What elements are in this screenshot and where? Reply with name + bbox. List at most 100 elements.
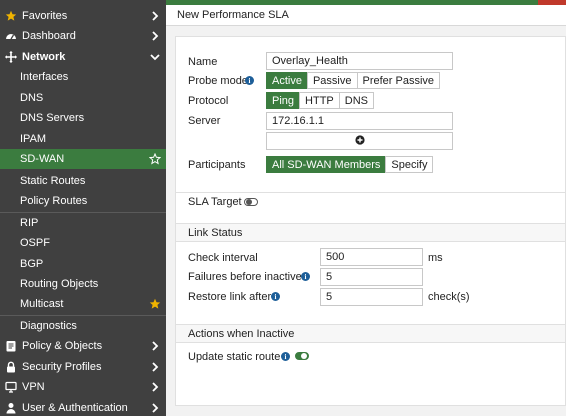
sidebar-item-label: Routing Objects bbox=[20, 278, 99, 290]
sidebar-item-security-profiles[interactable]: Security Profiles bbox=[0, 357, 166, 377]
chevron-right-icon bbox=[148, 31, 162, 41]
failures-input[interactable]: 5 bbox=[320, 268, 423, 286]
sidebar-item-ipam[interactable]: IPAM bbox=[0, 129, 166, 149]
plus-circle-icon bbox=[354, 134, 365, 148]
sidebar-item-label: SD-WAN bbox=[20, 153, 65, 165]
probe-mode-prefer-passive[interactable]: Prefer Passive bbox=[356, 72, 441, 89]
sidebar-item-dns-servers[interactable]: DNS Servers bbox=[0, 108, 166, 128]
probe-mode-active[interactable]: Active bbox=[266, 72, 308, 89]
participants-selector: All SD-WAN Members Specify bbox=[266, 156, 434, 173]
sidebar-item-network[interactable]: Network bbox=[0, 47, 166, 67]
chevron-right-icon bbox=[148, 362, 162, 372]
protocol-selector: Ping HTTP DNS bbox=[266, 92, 374, 109]
name-label: Name bbox=[188, 56, 218, 68]
sidebar-item-label: Dashboard bbox=[22, 30, 76, 42]
actions-title: Actions when Inactive bbox=[188, 327, 295, 340]
dashboard-icon bbox=[5, 30, 17, 42]
sla-target-toggle[interactable] bbox=[244, 198, 258, 206]
link-status-title: Link Status bbox=[188, 226, 243, 239]
sidebar-item-label: IPAM bbox=[20, 133, 47, 145]
restore-unit: check(s) bbox=[428, 291, 470, 303]
main-panel: New Performance SLA Name Overlay_Health … bbox=[166, 0, 566, 416]
sidebar-item-routing-objects[interactable]: Routing Objects bbox=[0, 274, 166, 294]
sidebar-item-dns[interactable]: DNS bbox=[0, 88, 166, 108]
failures-label: Failures before inactive bbox=[188, 271, 302, 283]
update-static-route-toggle[interactable] bbox=[295, 352, 309, 360]
sidebar-item-diagnostics[interactable]: Diagnostics bbox=[0, 316, 166, 336]
sidebar-item-label: Static Routes bbox=[20, 175, 86, 187]
restore-input[interactable]: 5 bbox=[320, 288, 423, 306]
protocol-ping[interactable]: Ping bbox=[266, 92, 301, 109]
check-interval-unit: ms bbox=[428, 252, 443, 264]
chevron-right-icon bbox=[148, 341, 162, 351]
lock-icon bbox=[5, 361, 17, 373]
sla-form-card: Name Overlay_Health Probe mode i Active … bbox=[175, 36, 566, 406]
sidebar-item-label: DNS bbox=[20, 92, 44, 104]
sidebar-item-favorites[interactable]: Favorites bbox=[0, 6, 166, 26]
info-icon[interactable]: i bbox=[271, 292, 280, 301]
check-interval-input[interactable]: 500 bbox=[320, 248, 423, 266]
favorite-star-icon[interactable] bbox=[148, 298, 162, 310]
chevron-down-icon bbox=[148, 53, 162, 61]
probe-mode-label: Probe mode bbox=[188, 75, 248, 87]
sidebar-item-label: RIP bbox=[20, 217, 39, 229]
chevron-right-icon bbox=[148, 382, 162, 392]
info-icon[interactable]: i bbox=[281, 352, 290, 361]
chevron-right-icon bbox=[148, 403, 162, 413]
sidebar-item-label: Diagnostics bbox=[20, 320, 77, 332]
sidebar-item-multicast[interactable]: Multicast bbox=[0, 294, 166, 314]
sidebar-item-rip[interactable]: RIP bbox=[0, 213, 166, 233]
participants-label: Participants bbox=[188, 159, 246, 171]
sla-target-label: SLA Target bbox=[188, 196, 242, 208]
protocol-label: Protocol bbox=[188, 95, 229, 107]
sidebar-item-sd-wan[interactable]: SD-WAN bbox=[0, 149, 166, 169]
sidebar-item-vpn[interactable]: VPN bbox=[0, 377, 166, 397]
sidebar-item-label: DNS Servers bbox=[20, 112, 85, 124]
favorite-star-icon[interactable] bbox=[148, 153, 162, 165]
probe-mode-passive[interactable]: Passive bbox=[306, 72, 358, 89]
sidebar-item-bgp[interactable]: BGP bbox=[0, 254, 166, 274]
sidebar-item-label: Favorites bbox=[22, 10, 68, 22]
sidebar-item-user-authentication[interactable]: User & Authentication bbox=[0, 398, 166, 416]
sidebar-item-ospf[interactable]: OSPF bbox=[0, 233, 166, 253]
add-server-button[interactable] bbox=[266, 132, 453, 150]
page-title: New Performance SLA bbox=[166, 5, 566, 26]
sidebar-item-label: BGP bbox=[20, 258, 44, 270]
protocol-dns[interactable]: DNS bbox=[338, 92, 374, 109]
participants-all-members[interactable]: All SD-WAN Members bbox=[266, 156, 387, 173]
sidebar-item-interfaces[interactable]: Interfaces bbox=[0, 67, 166, 87]
sidebar-item-label: User & Authentication bbox=[22, 402, 128, 414]
monitor-icon bbox=[5, 381, 17, 393]
user-icon bbox=[5, 402, 17, 414]
sidebar-item-policy-objects[interactable]: Policy & Objects bbox=[0, 336, 166, 356]
protocol-http[interactable]: HTTP bbox=[299, 92, 340, 109]
participants-specify[interactable]: Specify bbox=[385, 156, 434, 173]
sidebar-item-label: Policy & Objects bbox=[22, 340, 103, 352]
sidebar-item-policy-routes[interactable]: Policy Routes bbox=[0, 191, 166, 211]
sidebar-item-label: Interfaces bbox=[20, 71, 69, 83]
sidebar-item-dashboard[interactable]: Dashboard bbox=[0, 26, 166, 46]
restore-label: Restore link after bbox=[188, 291, 272, 303]
sidebar-item-label: OSPF bbox=[20, 237, 50, 249]
link-status-header: Link Status bbox=[176, 223, 565, 242]
sidebar-item-label: Policy Routes bbox=[20, 195, 88, 207]
info-icon[interactable]: i bbox=[301, 272, 310, 281]
actions-header: Actions when Inactive bbox=[176, 324, 565, 343]
update-static-route-label: Update static route bbox=[188, 351, 281, 363]
probe-mode-selector: Active Passive Prefer Passive bbox=[266, 72, 441, 89]
name-input[interactable]: Overlay_Health bbox=[266, 52, 453, 70]
chevron-right-icon bbox=[148, 11, 162, 21]
sidebar-item-label: Security Profiles bbox=[22, 361, 102, 373]
sidebar-item-label: Multicast bbox=[20, 298, 64, 310]
info-icon[interactable]: i bbox=[245, 76, 254, 85]
network-icon bbox=[5, 51, 17, 63]
sla-target-row: SLA Target bbox=[176, 192, 565, 211]
policy-icon bbox=[5, 340, 17, 352]
server-label: Server bbox=[188, 115, 221, 127]
server-input[interactable]: 172.16.1.1 bbox=[266, 112, 453, 130]
sidebar-item-label: Network bbox=[22, 51, 66, 63]
check-interval-label: Check interval bbox=[188, 252, 258, 264]
sidebar-item-static-routes[interactable]: Static Routes bbox=[0, 171, 166, 191]
sidebar-item-label: VPN bbox=[22, 381, 45, 393]
sidebar: Favorites Dashboard Network Interfaces D… bbox=[0, 0, 166, 416]
